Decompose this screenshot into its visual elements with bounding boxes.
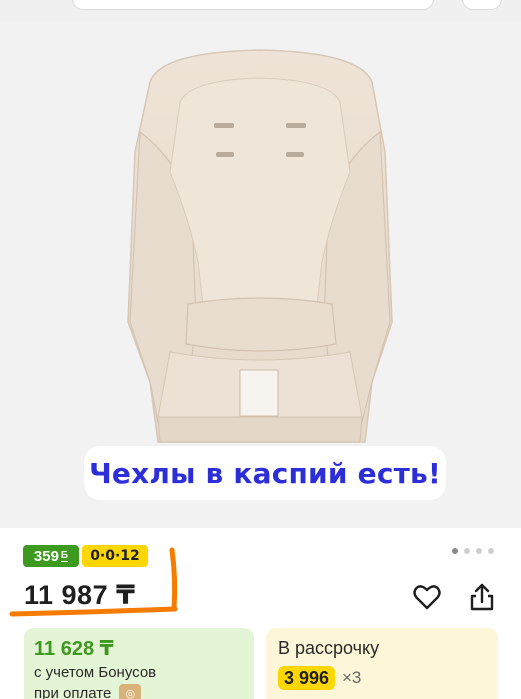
orange-highlight-mark: [9, 547, 178, 617]
gallery-pagination: [452, 548, 494, 554]
heart-icon: [413, 585, 441, 610]
favorite-button[interactable]: [410, 580, 444, 614]
bonus-price: 11 628 ₸: [34, 638, 114, 660]
installment-times: ×3: [342, 668, 362, 687]
pagination-dot-4[interactable]: [488, 548, 494, 554]
gallery-caption: Чехлы в каспий есть!: [84, 446, 446, 500]
bonus-price-card[interactable]: 11 628 ₸ с учетом Бонусов при оплате ◎: [24, 628, 254, 699]
share-icon: [470, 583, 494, 611]
top-action-button[interactable]: [462, 0, 502, 10]
share-button[interactable]: [465, 580, 499, 614]
installment-card[interactable]: В рассрочку 3 996 ×3: [266, 628, 498, 699]
pagination-dot-3[interactable]: [476, 548, 482, 554]
bonus-note-line1: с учетом Бонусов: [34, 664, 157, 681]
installment-title: В рассрочку: [278, 638, 380, 658]
kaspi-gold-icon: ◎: [119, 684, 142, 699]
bonus-note-line2-row: при оплате ◎: [34, 684, 142, 699]
bonus-note-line2: при оплате: [34, 684, 112, 699]
top-search-strip: [0, 0, 521, 22]
pagination-dot-2[interactable]: [464, 548, 470, 554]
pagination-dot-1[interactable]: [452, 548, 458, 554]
search-bar[interactable]: [72, 0, 434, 10]
installment-monthly: 3 996: [278, 666, 336, 690]
